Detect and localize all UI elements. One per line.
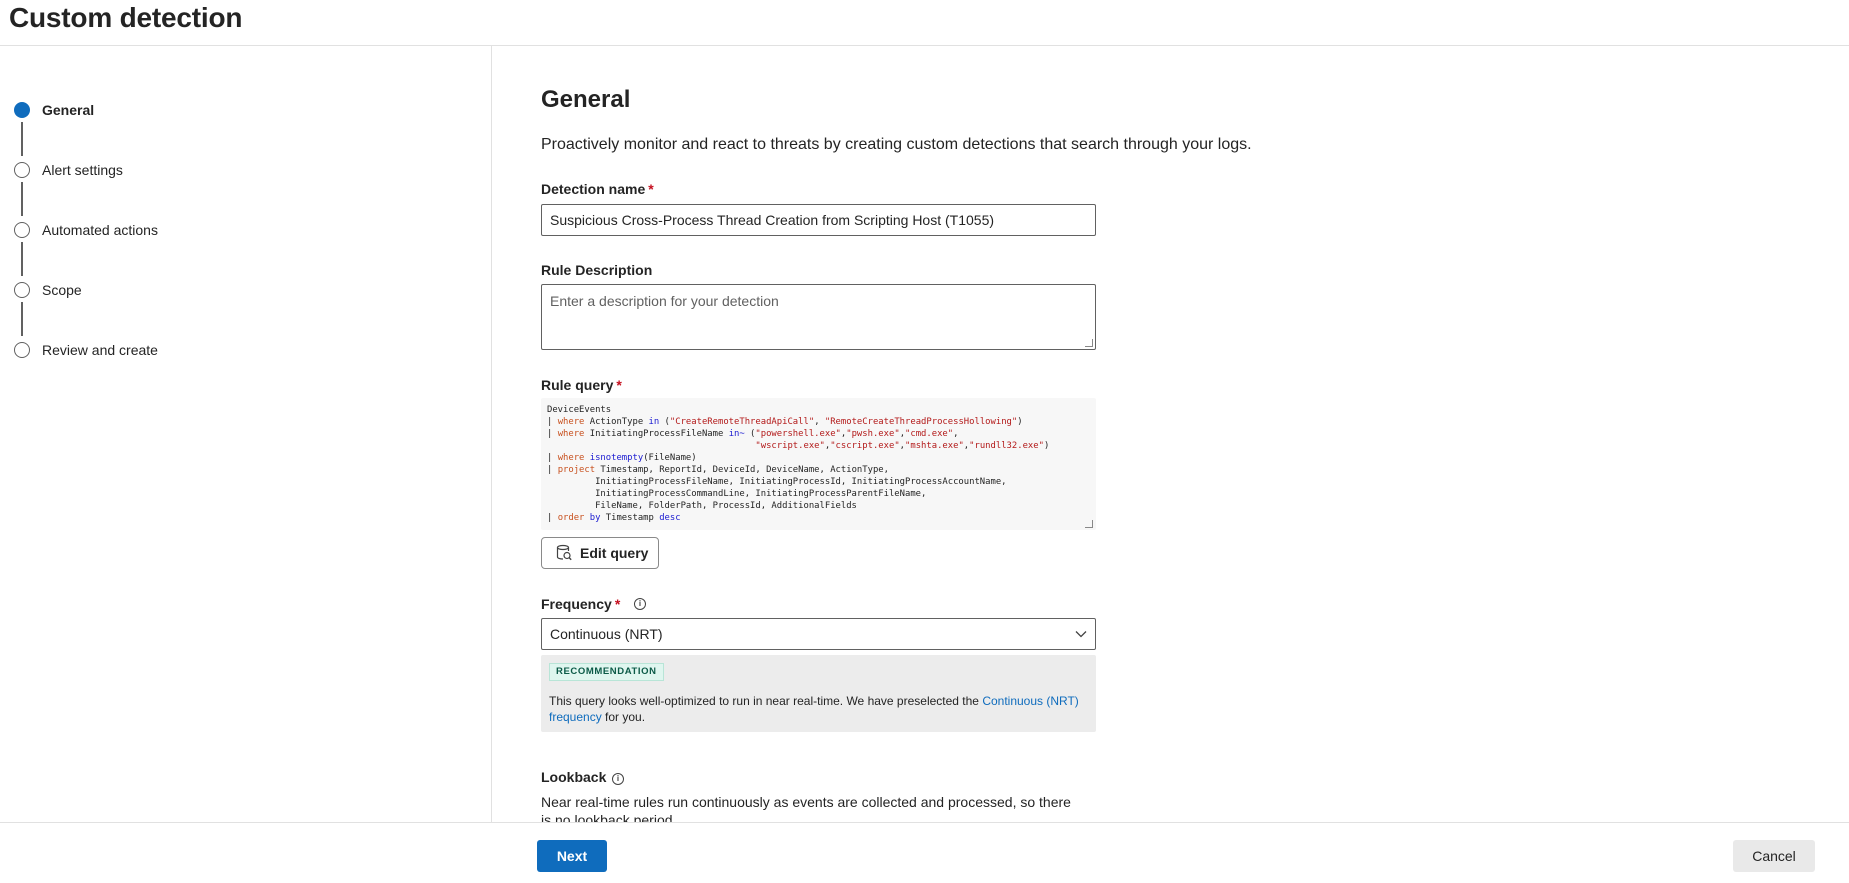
query-code-text: DeviceEvents | where ActionType in ("Cre… bbox=[547, 404, 1090, 524]
query-line: | project Timestamp, ReportId, DeviceId,… bbox=[547, 465, 889, 475]
recommendation-badge: RECOMMENDATION bbox=[549, 663, 664, 681]
rule-description-label: Rule Description bbox=[541, 262, 653, 278]
query-line: InitiatingProcessFileName, InitiatingPro… bbox=[547, 477, 1007, 487]
page-title: Custom detection bbox=[9, 2, 243, 33]
lookback-description: Near real-time rules run continuously as… bbox=[541, 794, 1071, 822]
lookback-label: Lookback bbox=[541, 769, 607, 785]
recommendation-text-after: for you. bbox=[601, 710, 646, 724]
wizard-step-review-and-create[interactable]: Review and create bbox=[0, 338, 300, 362]
info-icon[interactable]: i bbox=[612, 773, 624, 785]
rule-description-input[interactable] bbox=[541, 284, 1096, 350]
wizard-step-label: Scope bbox=[42, 282, 82, 298]
edit-query-icon bbox=[556, 544, 572, 561]
step-connector bbox=[21, 182, 23, 216]
step-pending-indicator-icon bbox=[14, 222, 30, 238]
wizard-step-label: Alert settings bbox=[42, 162, 123, 178]
chevron-down-icon bbox=[1075, 631, 1087, 638]
detection-name-input[interactable] bbox=[541, 204, 1096, 236]
query-line: | where isnotempty(FileName) bbox=[547, 453, 697, 463]
query-line: "wscript.exe","cscript.exe","mshta.exe",… bbox=[755, 441, 1050, 451]
required-marker: * bbox=[648, 181, 654, 197]
next-button[interactable]: Next bbox=[537, 840, 607, 872]
step-active-indicator-icon bbox=[14, 102, 30, 118]
required-marker: * bbox=[614, 596, 621, 612]
detection-name-label-text: Detection name bbox=[541, 181, 646, 197]
recommendation-text-before: This query looks well-optimized to run i… bbox=[549, 694, 983, 708]
general-form: General Proactively monitor and react to… bbox=[493, 46, 1849, 822]
frequency-label-text: Frequency bbox=[541, 596, 612, 612]
frequency-label: Frequency * bbox=[541, 596, 620, 612]
step-connector bbox=[21, 302, 23, 336]
cancel-button[interactable]: Cancel bbox=[1733, 840, 1815, 872]
edit-query-label: Edit query bbox=[580, 545, 649, 561]
rule-query-label: Rule query * bbox=[541, 377, 622, 393]
frequency-selected-value: Continuous (NRT) bbox=[550, 626, 663, 642]
query-line: FileName, FolderPath, ProcessId, Additio… bbox=[547, 501, 857, 511]
edit-query-button[interactable]: Edit query bbox=[541, 537, 659, 569]
page-header: Custom detection bbox=[0, 0, 1849, 46]
query-line: InitiatingProcessCommandLine, Initiating… bbox=[547, 489, 927, 499]
query-line: | where InitiatingProcessFileName in~ ("… bbox=[547, 429, 959, 439]
wizard-step-alert-settings[interactable]: Alert settings bbox=[0, 158, 300, 182]
frequency-dropdown[interactable]: Continuous (NRT) bbox=[541, 618, 1096, 650]
section-description: Proactively monitor and react to threats… bbox=[541, 136, 1252, 153]
wizard-footer: Next Cancel bbox=[0, 822, 1849, 883]
step-connector bbox=[21, 122, 23, 156]
wizard-step-scope[interactable]: Scope bbox=[0, 278, 300, 302]
recommendation-text: This query looks well-optimized to run i… bbox=[549, 693, 1089, 725]
wizard-step-label: Automated actions bbox=[42, 222, 158, 238]
detection-name-label: Detection name * bbox=[541, 181, 654, 197]
query-line: | order by Timestamp desc bbox=[547, 513, 681, 523]
wizard-step-automated-actions[interactable]: Automated actions bbox=[0, 218, 300, 242]
resize-grip-icon[interactable] bbox=[1085, 339, 1093, 347]
resize-grip-icon[interactable] bbox=[1085, 520, 1093, 528]
wizard-step-label: General bbox=[42, 102, 95, 118]
step-pending-indicator-icon bbox=[14, 162, 30, 178]
rule-query-label-text: Rule query bbox=[541, 377, 614, 393]
rule-query-code[interactable]: DeviceEvents | where ActionType in ("Cre… bbox=[541, 398, 1096, 530]
wizard-steps: General Alert settings Automated actions… bbox=[0, 46, 492, 822]
recommendation-panel: RECOMMENDATION This query looks well-opt… bbox=[541, 655, 1096, 732]
wizard-step-general[interactable]: General bbox=[0, 98, 300, 122]
step-pending-indicator-icon bbox=[14, 282, 30, 298]
section-title: General bbox=[541, 86, 631, 113]
required-marker: * bbox=[616, 377, 622, 393]
query-line: | where ActionType in ("CreateRemoteThre… bbox=[547, 417, 1023, 427]
info-icon[interactable]: i bbox=[634, 598, 646, 610]
wizard-step-label: Review and create bbox=[42, 342, 158, 358]
step-connector bbox=[21, 242, 23, 276]
query-line: DeviceEvents bbox=[547, 405, 612, 415]
step-pending-indicator-icon bbox=[14, 342, 30, 358]
